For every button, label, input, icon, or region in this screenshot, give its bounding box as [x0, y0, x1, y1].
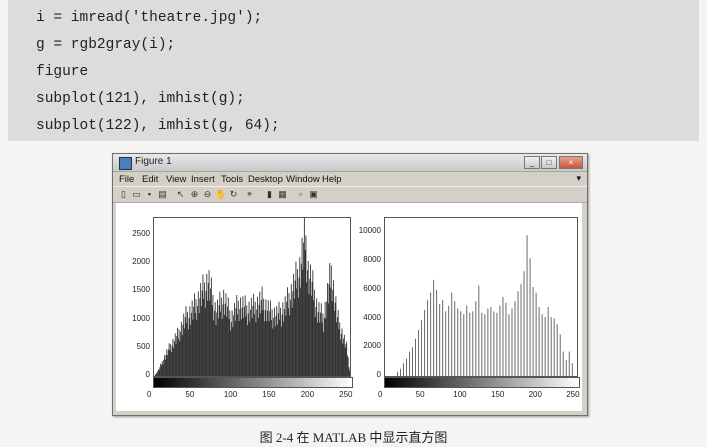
x-tick-label: 150 — [262, 390, 276, 399]
y-tick-label: 1500 — [132, 285, 150, 295]
left-gray-colorbar — [153, 377, 353, 388]
y-tick-label: 0 — [145, 370, 150, 379]
x-tick-label: 100 — [453, 390, 467, 399]
figure-window: Figure 1 _ □ × File Edit View Insert Too… — [112, 153, 588, 416]
code-line-4: subplot(121), imhist(g); — [36, 91, 245, 107]
right-gray-colorbar — [384, 377, 580, 388]
minimize-button[interactable]: _ — [524, 156, 540, 169]
menu-file[interactable]: File — [119, 174, 134, 185]
legend-icon[interactable]: ▦ — [277, 189, 288, 200]
pan-icon[interactable]: ✋ — [215, 189, 226, 200]
window-title: Figure 1 — [135, 156, 172, 167]
code-line-3: figure — [36, 64, 89, 80]
y-tick-label: 6000 — [363, 283, 381, 293]
save-icon[interactable]: ▪ — [144, 189, 155, 200]
y-tick-label: 1000 — [132, 313, 150, 323]
menu-edit[interactable]: Edit — [142, 174, 158, 185]
code-line-5: subplot(122), imhist(g, 64); — [36, 118, 280, 134]
y-tick-label: 2500 — [132, 228, 150, 238]
x-tick-label: 250 — [339, 390, 353, 399]
x-tick-label: 200 — [300, 390, 315, 399]
x-tick-label: 150 — [490, 390, 505, 399]
menu-help[interactable]: Help — [322, 174, 342, 185]
right-histogram-plot — [397, 235, 573, 376]
code-listing: i = imread('theatre.jpg'); g = rgb2gray(… — [8, 0, 699, 141]
zoom-out-icon[interactable]: ⊖ — [202, 189, 213, 200]
figure-canvas: 0 500 1000 1500 2000 2500 0 50 100 150 200 250 0 2000… — [116, 203, 582, 411]
y-tick-label: 2000 — [363, 341, 381, 351]
colorbar-icon[interactable]: ▮ — [264, 189, 275, 200]
menu-bar: File Edit View Insert Tools Desktop Wind… — [113, 172, 587, 186]
x-tick-label: 50 — [185, 390, 195, 399]
pointer-icon[interactable]: ↖ — [175, 189, 186, 200]
maximize-button[interactable]: □ — [541, 156, 557, 169]
menu-overflow-icon[interactable]: ▾ — [576, 173, 581, 184]
y-tick-label: 10000 — [358, 226, 381, 236]
x-tick-label: 100 — [223, 390, 238, 399]
x-tick-label: 0 — [147, 390, 152, 399]
show-plot-tools-icon[interactable]: ▣ — [308, 189, 319, 200]
code-line-2: g = rgb2gray(i); — [36, 37, 176, 53]
x-tick-label: 200 — [528, 390, 542, 399]
y-tick-label: 8000 — [363, 255, 381, 265]
data-cursor-icon[interactable]: ⌖ — [244, 189, 255, 200]
left-histogram-plot — [154, 218, 350, 376]
close-button[interactable]: × — [559, 156, 583, 169]
x-tick-label: 0 — [378, 390, 383, 399]
menu-window[interactable]: Window — [286, 174, 320, 185]
print-icon[interactable]: ▤ — [157, 189, 168, 200]
y-tick-label: 2000 — [132, 257, 150, 267]
open-icon[interactable]: ▭ — [131, 189, 142, 200]
x-tick-label: 50 — [415, 390, 425, 399]
y-tick-label: 0 — [376, 370, 381, 379]
left-histogram-axes[interactable] — [153, 217, 351, 377]
figure-caption: 图 2-4 在 MATLAB 中显示直方图 — [259, 430, 448, 445]
y-tick-label: 500 — [136, 341, 150, 351]
y-tick-label: 4000 — [363, 312, 381, 322]
window-titlebar[interactable]: Figure 1 _ □ × — [113, 154, 587, 172]
menu-desktop[interactable]: Desktop — [248, 174, 283, 185]
new-figure-icon[interactable]: ▯ — [118, 189, 129, 200]
hide-plot-tools-icon[interactable]: ▫ — [295, 189, 306, 200]
rotate-icon[interactable]: ↻ — [228, 189, 239, 200]
menu-view[interactable]: View — [166, 174, 186, 185]
menu-tools[interactable]: Tools — [221, 174, 243, 185]
menu-insert[interactable]: Insert — [191, 174, 215, 185]
x-tick-label: 250 — [566, 390, 580, 399]
code-line-1: i = imread('theatre.jpg'); — [36, 10, 263, 26]
matlab-figure-icon — [119, 157, 132, 170]
right-histogram-axes[interactable] — [384, 217, 578, 377]
figure-toolbar: ▯ ▭ ▪ ▤ ↖ ⊕ ⊖ ✋ ↻ ⌖ ▮ ▦ ▫ ▣ — [113, 186, 587, 203]
zoom-in-icon[interactable]: ⊕ — [189, 189, 200, 200]
